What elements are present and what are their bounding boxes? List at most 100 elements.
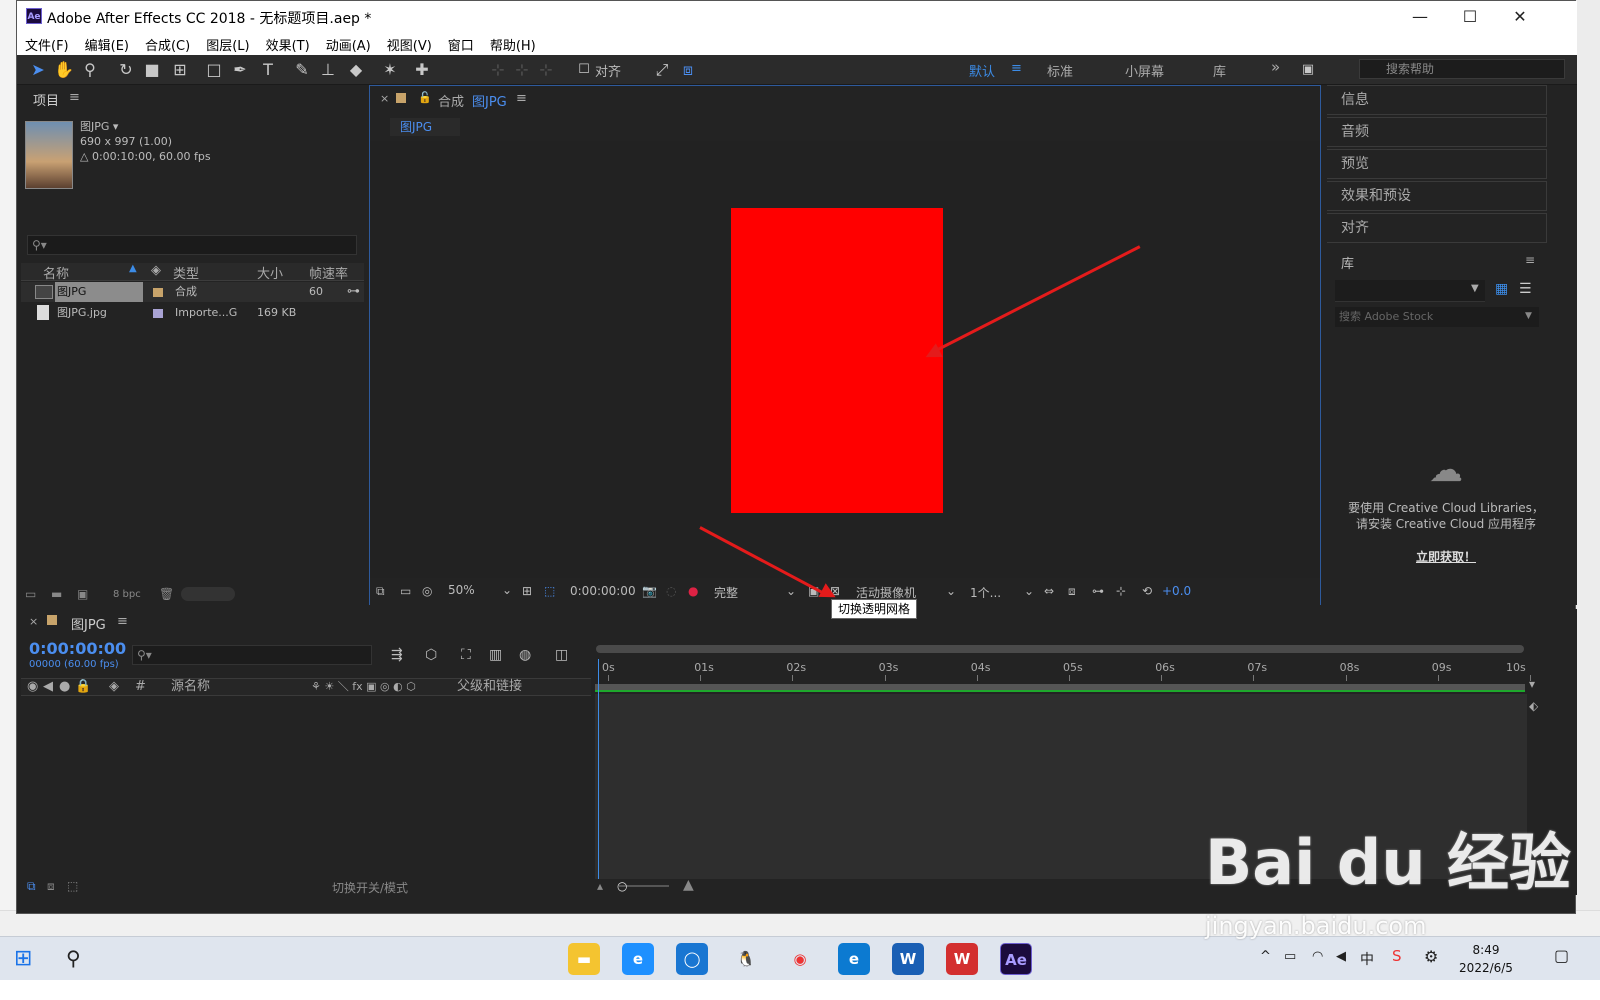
project-search-input[interactable]: ⚲▾ [27, 235, 357, 255]
current-time[interactable]: 0:00:00:00 [570, 584, 636, 598]
project-item-name[interactable]: 图JPG [80, 120, 109, 133]
mask-visibility-icon[interactable]: ◎ [422, 584, 432, 598]
comp-marker-bin-icon[interactable]: ▾ [1529, 677, 1535, 691]
toggle-switches-modes[interactable]: 切换开关/模式 [332, 879, 408, 896]
chevron-down-icon[interactable]: ▼ [1525, 311, 1532, 321]
project-panel-title[interactable]: 项目 [33, 90, 59, 109]
notification-icon[interactable]: ▢ [1554, 946, 1569, 965]
snapshot-icon[interactable]: 📷 [642, 584, 657, 598]
close-tab-icon[interactable]: × [29, 615, 38, 628]
bpc-label[interactable]: 8 bpc [113, 589, 141, 600]
menu-layer[interactable]: 图层(L) [198, 33, 257, 55]
eraser-tool-icon[interactable]: ◆ [345, 59, 367, 81]
keyframe-nav-icon[interactable]: ⬖ [1529, 699, 1538, 713]
settings-gear-icon[interactable]: ⚙ [1424, 947, 1438, 966]
ime-indicator[interactable]: 中 [1360, 949, 1374, 969]
info-panel-tab[interactable]: 信息 [1327, 85, 1547, 115]
cloud-app-icon[interactable]: ◯ [676, 943, 708, 975]
hand-tool-icon[interactable]: ✋ [53, 59, 75, 81]
start-icon[interactable]: ⊞ [14, 946, 32, 971]
menu-view[interactable]: 视图(V) [379, 33, 440, 55]
grid-guides-icon[interactable]: ⊞ [522, 584, 532, 598]
taskbar-clock[interactable]: 8:49 2022/6/5 [1456, 941, 1516, 977]
visibility-icon[interactable]: ◉ [27, 679, 38, 695]
workspace-standard[interactable]: 标准 [1047, 61, 1073, 80]
toggle-pixel-aspect-icon[interactable]: ⇔ [1044, 584, 1054, 598]
solo-icon[interactable]: ● [59, 679, 70, 695]
axis-local-icon[interactable]: ⊹ [487, 59, 509, 81]
minimize-button[interactable]: — [1407, 5, 1433, 29]
playhead[interactable] [598, 659, 599, 884]
graph-editor-icon[interactable]: ◫ [555, 647, 568, 663]
layer-number-column[interactable]: # [135, 679, 146, 695]
menu-file[interactable]: 文件(F) [17, 33, 77, 55]
comp-flowchart-icon[interactable]: ⊶ [1092, 584, 1104, 598]
puppet-tool-icon[interactable]: ✚ [411, 59, 433, 81]
layer-switches-icon[interactable]: ⧉ [27, 879, 36, 894]
grid-view-icon[interactable]: ▦ [1495, 281, 1508, 297]
library-menu-icon[interactable]: ≡ [1525, 253, 1535, 267]
edge-icon[interactable]: e [838, 943, 870, 975]
composition-viewer[interactable] [370, 141, 1320, 578]
timeline-tab-name[interactable]: 图JPG [71, 614, 106, 633]
library-select[interactable]: ▼ [1335, 280, 1485, 302]
delete-icon[interactable]: 🗑 [159, 587, 174, 601]
zoom-tool-icon[interactable]: ⚲ [79, 59, 101, 81]
axis-view-icon[interactable]: ⊹ [535, 59, 557, 81]
effects-presets-panel-tab[interactable]: 效果和预设 [1327, 181, 1547, 211]
wifi-icon[interactable]: ◠ [1312, 949, 1323, 964]
menu-edit[interactable]: 编辑(E) [77, 33, 137, 55]
preview-panel-tab[interactable]: 预览 [1327, 149, 1547, 179]
timeline-menu-icon[interactable]: ≡ [117, 614, 128, 629]
timeline-search-input[interactable]: ⚲▾ [132, 645, 372, 665]
source-name-column[interactable]: 源名称 [171, 679, 210, 695]
views-select[interactable]: 1个... ⌄ [970, 584, 1036, 601]
snap-checkbox-icon[interactable]: ☐ [573, 59, 595, 81]
workspace-more-icon[interactable]: » [1271, 58, 1280, 76]
show-snapshot-icon[interactable]: ◌ [666, 584, 676, 598]
tray-chevron-icon[interactable]: ^ [1260, 949, 1271, 964]
column-name[interactable]: 名称 [43, 263, 69, 282]
lock-icon[interactable]: 🔓 [418, 91, 432, 104]
column-fps[interactable]: 帧速率 [309, 263, 348, 282]
close-button[interactable]: ✕ [1507, 5, 1533, 29]
menu-effect[interactable]: 效果(T) [258, 33, 318, 55]
interpret-footage-icon[interactable]: ▭ [25, 587, 36, 601]
reset-exposure-icon[interactable]: ⟲ [1142, 584, 1152, 598]
axis-world-icon[interactable]: ⊹ [511, 59, 533, 81]
channel-icon[interactable]: ● [688, 584, 698, 598]
exposure-value[interactable]: +0.0 [1162, 584, 1191, 598]
align-panel-tab[interactable]: 对齐 [1327, 213, 1547, 243]
pan-behind-tool-icon[interactable]: ⊞ [169, 59, 191, 81]
label-column-icon[interactable]: ◈ [151, 263, 161, 278]
lock-column-icon[interactable]: 🔒 [75, 679, 91, 695]
draft-3d-icon[interactable]: ⬡ [425, 647, 437, 663]
zoom-in-icon[interactable]: ▲ [683, 877, 694, 893]
help-search-input[interactable]: 搜索帮助 [1359, 59, 1565, 79]
zoom-slider-thumb[interactable]: ○ [617, 879, 627, 893]
workspace-menu-icon[interactable]: ≡ [1011, 61, 1022, 76]
timeline-link-icon[interactable]: ⧈ [1068, 584, 1076, 599]
work-area-bar[interactable] [596, 645, 1524, 653]
comp-panel-menu-icon[interactable]: ≡ [516, 91, 527, 106]
thumbnail-slider[interactable] [181, 587, 235, 601]
column-size[interactable]: 大小 [257, 263, 283, 282]
zoom-out-icon[interactable]: ▴ [597, 879, 603, 893]
workspace-library[interactable]: 库 [1213, 61, 1226, 80]
get-it-now-link[interactable]: 立即获取！ [1335, 548, 1557, 565]
maximize-button[interactable]: ☐ [1457, 5, 1483, 29]
flowchart-icon[interactable]: ⊶ [347, 282, 360, 302]
qq-icon[interactable]: 🐧 [730, 943, 762, 975]
clone-stamp-tool-icon[interactable]: ⊥ [317, 59, 339, 81]
rotate-tool-icon[interactable]: ↻ [115, 59, 137, 81]
flowchart-icon[interactable]: ⊹ [1116, 584, 1126, 598]
rectangle-tool-icon[interactable]: □ [203, 59, 225, 81]
roto-brush-tool-icon[interactable]: ✶ [379, 59, 401, 81]
type-tool-icon[interactable]: T [257, 59, 279, 81]
search-icon[interactable]: ⚲ [66, 946, 81, 970]
shy-layers-icon[interactable]: ⛶ [461, 647, 471, 663]
selection-tool-icon[interactable]: ➤ [27, 59, 49, 81]
list-view-icon[interactable]: ☰ [1519, 281, 1532, 297]
sync-settings-icon[interactable]: ▣ [1297, 59, 1319, 81]
label-swatch[interactable] [153, 309, 163, 318]
